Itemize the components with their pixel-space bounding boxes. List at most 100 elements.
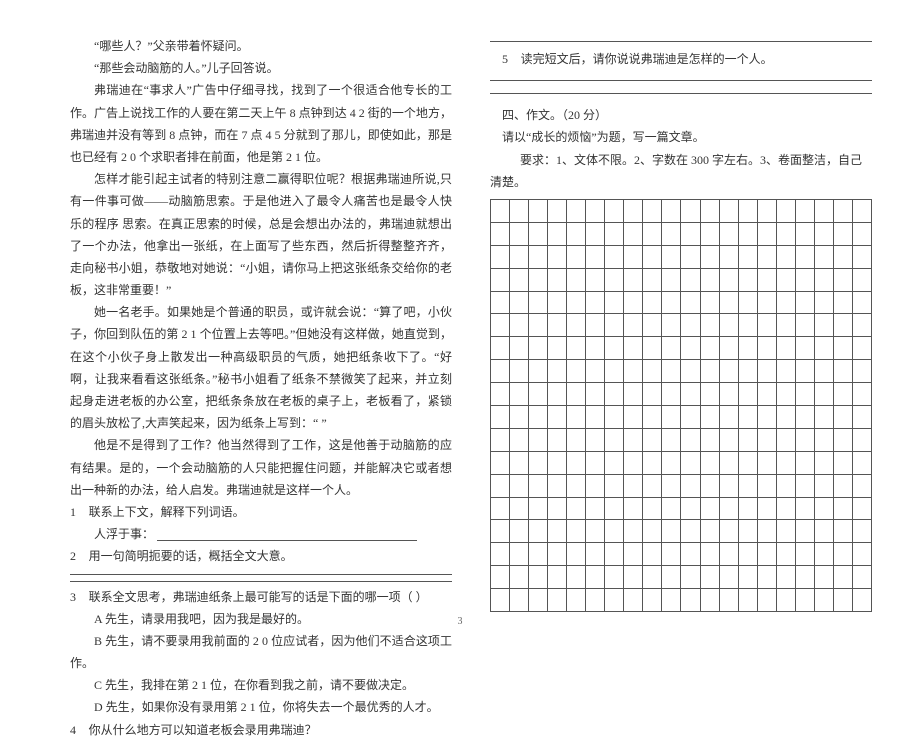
grid-cell[interactable] xyxy=(852,543,871,566)
option-c[interactable]: C 先生，我排在第 2 1 位，在你看到我之前，请不要做决定。 xyxy=(70,674,452,696)
grid-cell[interactable] xyxy=(719,268,738,291)
grid-cell[interactable] xyxy=(491,589,510,612)
grid-cell[interactable] xyxy=(567,199,586,222)
grid-cell[interactable] xyxy=(510,360,529,383)
grid-cell[interactable] xyxy=(700,360,719,383)
grid-cell[interactable] xyxy=(586,199,605,222)
grid-cell[interactable] xyxy=(776,199,795,222)
grid-cell[interactable] xyxy=(776,314,795,337)
grid-cell[interactable] xyxy=(852,474,871,497)
grid-cell[interactable] xyxy=(757,474,776,497)
grid-cell[interactable] xyxy=(719,405,738,428)
grid-cell[interactable] xyxy=(510,566,529,589)
grid-cell[interactable] xyxy=(795,566,814,589)
grid-cell[interactable] xyxy=(605,589,624,612)
grid-cell[interactable] xyxy=(681,199,700,222)
grid-cell[interactable] xyxy=(795,360,814,383)
grid-cell[interactable] xyxy=(624,543,643,566)
grid-cell[interactable] xyxy=(510,291,529,314)
grid-cell[interactable] xyxy=(662,268,681,291)
grid-cell[interactable] xyxy=(757,314,776,337)
grid-cell[interactable] xyxy=(738,474,757,497)
grid-cell[interactable] xyxy=(852,360,871,383)
grid-cell[interactable] xyxy=(586,360,605,383)
grid-cell[interactable] xyxy=(624,451,643,474)
grid-cell[interactable] xyxy=(795,451,814,474)
grid-cell[interactable] xyxy=(605,337,624,360)
grid-cell[interactable] xyxy=(738,291,757,314)
grid-cell[interactable] xyxy=(681,383,700,406)
grid-cell[interactable] xyxy=(624,383,643,406)
grid-cell[interactable] xyxy=(757,520,776,543)
grid-cell[interactable] xyxy=(548,589,567,612)
grid-cell[interactable] xyxy=(605,199,624,222)
grid-cell[interactable] xyxy=(529,337,548,360)
grid-cell[interactable] xyxy=(491,543,510,566)
grid-cell[interactable] xyxy=(605,314,624,337)
grid-cell[interactable] xyxy=(738,428,757,451)
grid-cell[interactable] xyxy=(491,291,510,314)
grid-cell[interactable] xyxy=(795,291,814,314)
grid-cell[interactable] xyxy=(567,360,586,383)
grid-cell[interactable] xyxy=(567,268,586,291)
grid-cell[interactable] xyxy=(814,520,833,543)
grid-cell[interactable] xyxy=(548,383,567,406)
grid-cell[interactable] xyxy=(738,405,757,428)
grid-cell[interactable] xyxy=(776,428,795,451)
grid-cell[interactable] xyxy=(586,520,605,543)
grid-cell[interactable] xyxy=(662,199,681,222)
grid-cell[interactable] xyxy=(605,474,624,497)
grid-cell[interactable] xyxy=(643,520,662,543)
grid-cell[interactable] xyxy=(814,566,833,589)
grid-cell[interactable] xyxy=(833,245,852,268)
writing-grid[interactable] xyxy=(490,199,872,612)
grid-cell[interactable] xyxy=(643,314,662,337)
grid-cell[interactable] xyxy=(814,383,833,406)
grid-cell[interactable] xyxy=(776,589,795,612)
grid-cell[interactable] xyxy=(510,268,529,291)
grid-cell[interactable] xyxy=(548,566,567,589)
grid-cell[interactable] xyxy=(529,474,548,497)
grid-cell[interactable] xyxy=(586,497,605,520)
grid-cell[interactable] xyxy=(529,543,548,566)
grid-cell[interactable] xyxy=(776,360,795,383)
grid-cell[interactable] xyxy=(814,360,833,383)
grid-cell[interactable] xyxy=(567,589,586,612)
grid-cell[interactable] xyxy=(700,337,719,360)
grid-cell[interactable] xyxy=(510,520,529,543)
grid-cell[interactable] xyxy=(738,222,757,245)
grid-cell[interactable] xyxy=(700,497,719,520)
grid-cell[interactable] xyxy=(491,520,510,543)
grid-cell[interactable] xyxy=(491,428,510,451)
grid-cell[interactable] xyxy=(643,268,662,291)
grid-cell[interactable] xyxy=(491,383,510,406)
answer-line[interactable] xyxy=(70,581,452,582)
grid-cell[interactable] xyxy=(681,245,700,268)
grid-cell[interactable] xyxy=(719,245,738,268)
grid-cell[interactable] xyxy=(814,222,833,245)
grid-cell[interactable] xyxy=(700,520,719,543)
grid-cell[interactable] xyxy=(567,405,586,428)
grid-cell[interactable] xyxy=(586,566,605,589)
grid-cell[interactable] xyxy=(624,291,643,314)
grid-cell[interactable] xyxy=(643,497,662,520)
grid-cell[interactable] xyxy=(548,314,567,337)
blank-line[interactable] xyxy=(157,529,417,541)
grid-cell[interactable] xyxy=(510,497,529,520)
grid-cell[interactable] xyxy=(491,222,510,245)
grid-cell[interactable] xyxy=(510,199,529,222)
grid-cell[interactable] xyxy=(605,245,624,268)
grid-cell[interactable] xyxy=(529,383,548,406)
grid-cell[interactable] xyxy=(719,497,738,520)
grid-cell[interactable] xyxy=(662,337,681,360)
grid-cell[interactable] xyxy=(586,543,605,566)
grid-cell[interactable] xyxy=(624,360,643,383)
grid-cell[interactable] xyxy=(567,383,586,406)
grid-cell[interactable] xyxy=(681,543,700,566)
grid-cell[interactable] xyxy=(529,451,548,474)
grid-cell[interactable] xyxy=(700,245,719,268)
grid-cell[interactable] xyxy=(662,314,681,337)
grid-cell[interactable] xyxy=(852,337,871,360)
grid-cell[interactable] xyxy=(662,520,681,543)
grid-cell[interactable] xyxy=(662,497,681,520)
